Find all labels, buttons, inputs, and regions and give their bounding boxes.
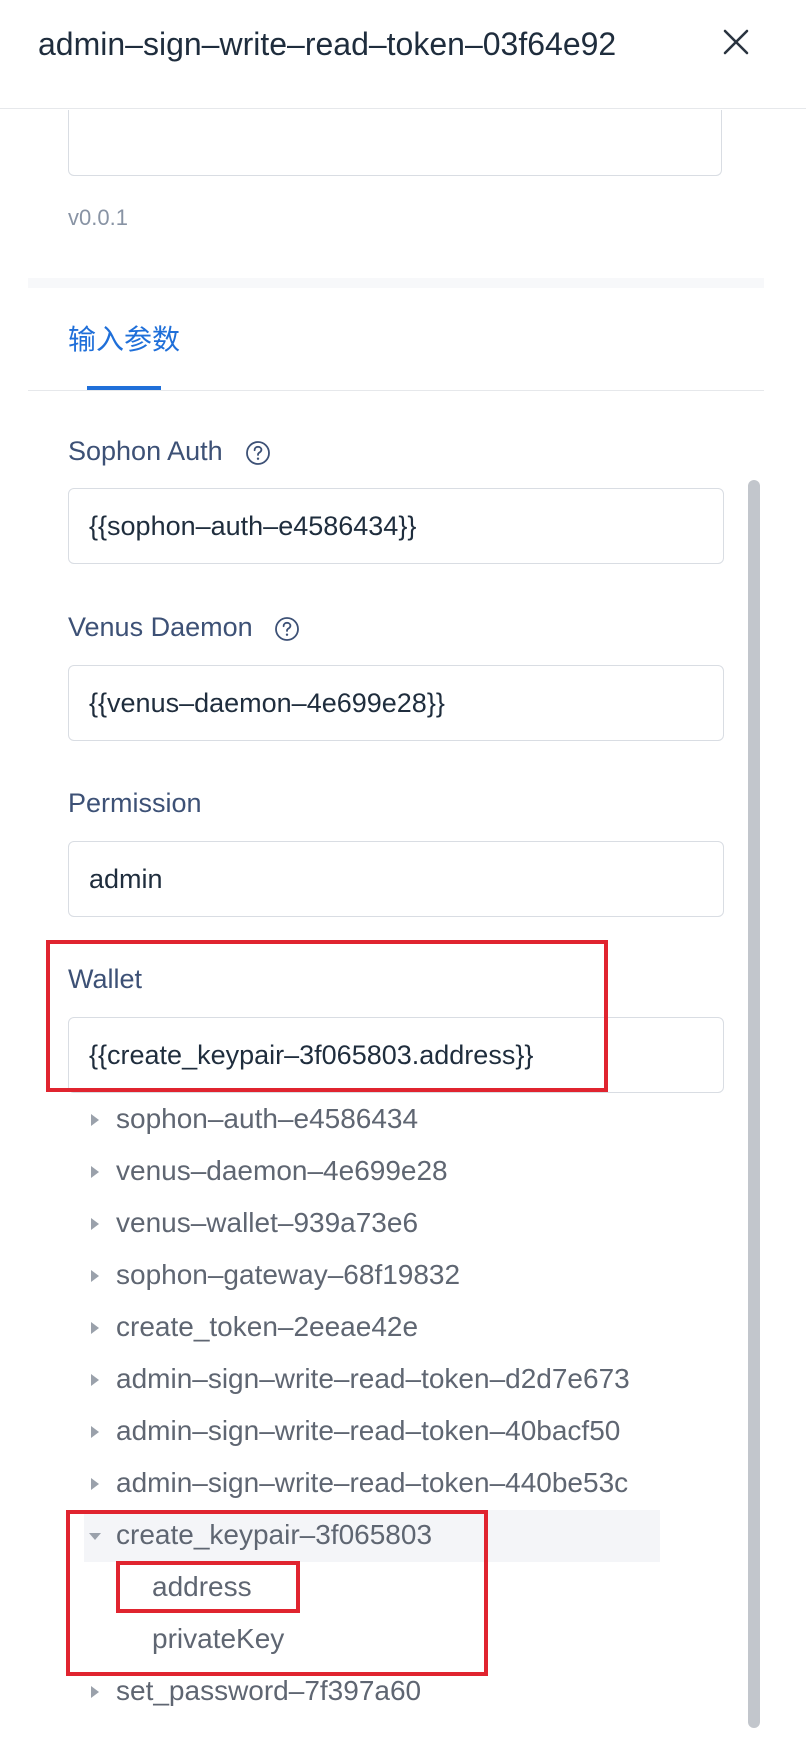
permission-input[interactable]: admin [68, 841, 724, 917]
tree-item-expanded[interactable]: create_keypair–3f065803 [84, 1510, 660, 1562]
caret-down-icon [89, 1533, 101, 1540]
tree-child-private-key[interactable]: privateKey [152, 1620, 284, 1658]
permission-label-text: Permission [68, 788, 202, 818]
wallet-value: {{create_keypair–3f065803.address}} [89, 1040, 534, 1070]
tree-item[interactable]: sophon–gateway–68f19832 [84, 1250, 660, 1302]
venus-daemon-value: {{venus–daemon–4e699e28}} [89, 688, 445, 718]
caret-right-icon [91, 1322, 99, 1334]
scrollbar-thumb[interactable] [748, 480, 760, 1728]
tree-item-label: create_keypair–3f065803 [116, 1519, 433, 1550]
caret-right-icon [91, 1114, 99, 1126]
tree-item[interactable]: venus–wallet–939a73e6 [84, 1198, 660, 1250]
tree-item-label: admin–sign–write–read–token–d2d7e673 [116, 1363, 630, 1394]
wallet-label: Wallet [68, 961, 142, 997]
caret-right-icon [91, 1686, 99, 1698]
scrolled-input[interactable] [68, 110, 722, 176]
tree-child-address[interactable]: address [152, 1568, 252, 1606]
tree-item[interactable]: venus–daemon–4e699e28 [84, 1146, 660, 1198]
venus-daemon-label-text: Venus Daemon [68, 612, 253, 642]
permission-label: Permission [68, 785, 202, 821]
tab-active-indicator [87, 386, 161, 390]
tree-item-label: venus–wallet–939a73e6 [116, 1207, 419, 1238]
venus-daemon-label: Venus Daemon [68, 609, 253, 645]
sophon-auth-value: {{sophon–auth–e4586434}} [89, 511, 417, 541]
close-icon[interactable] [716, 22, 756, 62]
version-text: v0.0.1 [68, 205, 128, 230]
tree-item[interactable]: admin–sign–write–read–token–d2d7e673 [84, 1354, 660, 1406]
tree-item-label: admin–sign–write–read–token–440be53c [116, 1467, 629, 1498]
caret-right-icon [91, 1426, 99, 1438]
question-circle-icon[interactable] [245, 440, 271, 466]
tab-input-params[interactable]: 输入参数 [68, 320, 180, 360]
tree-item-label: venus–daemon–4e699e28 [116, 1155, 448, 1186]
tree-item-label: sophon–auth–e4586434 [116, 1103, 419, 1134]
drawer-title: admin–sign–write–read–token–03f64e92 [38, 26, 617, 62]
caret-right-icon [91, 1478, 99, 1490]
question-circle-icon[interactable] [274, 616, 300, 642]
tree-item-label: create_token–2eeae42e [116, 1311, 419, 1342]
tree-item-label: sophon–gateway–68f19832 [116, 1259, 461, 1290]
tree-item[interactable]: create_token–2eeae42e [84, 1302, 660, 1354]
tree-item[interactable]: admin–sign–write–read–token–40bacf50 [84, 1406, 660, 1458]
permission-value: admin [89, 864, 163, 894]
tree-item[interactable]: sophon–auth–e4586434 [84, 1094, 660, 1146]
tree-item-label: admin–sign–write–read–token–40bacf50 [116, 1415, 621, 1446]
caret-right-icon [91, 1166, 99, 1178]
sophon-auth-label: Sophon Auth [68, 433, 223, 469]
tree-item-label: set_password–7f397a60 [116, 1675, 422, 1706]
tab-bar: 输入参数 [28, 288, 764, 391]
sophon-auth-label-text: Sophon Auth [68, 436, 223, 466]
caret-right-icon [91, 1218, 99, 1230]
tree-item[interactable]: admin–sign–write–read–token–440be53c [84, 1458, 660, 1510]
tree-item[interactable]: set_password–7f397a60 [84, 1666, 660, 1718]
caret-right-icon [91, 1374, 99, 1386]
drawer-header: admin–sign–write–read–token–03f64e92 [0, 0, 806, 109]
section-divider [28, 278, 764, 288]
venus-daemon-input[interactable]: {{venus–daemon–4e699e28}} [68, 665, 724, 741]
sophon-auth-input[interactable]: {{sophon–auth–e4586434}} [68, 488, 724, 564]
wallet-label-text: Wallet [68, 964, 143, 994]
wallet-input[interactable]: {{create_keypair–3f065803.address}} [68, 1017, 724, 1093]
parameter-drawer: admin–sign–write–read–token–03f64e92 v0.… [0, 0, 806, 1758]
caret-right-icon [91, 1270, 99, 1282]
